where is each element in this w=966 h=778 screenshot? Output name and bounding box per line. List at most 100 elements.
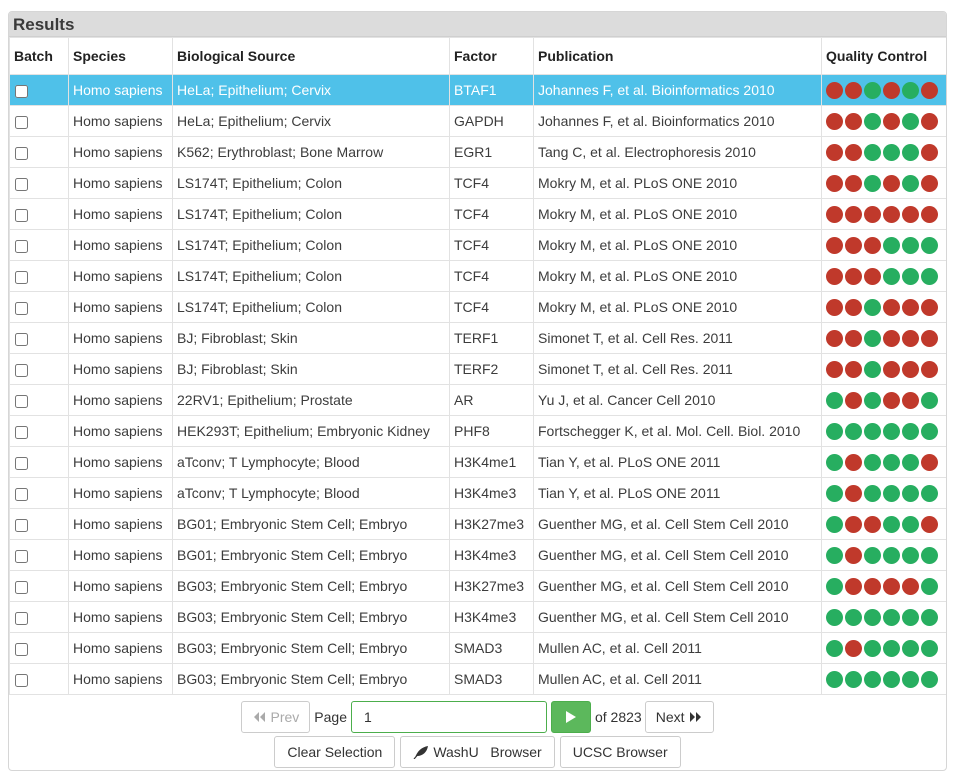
batch-checkbox[interactable] [15,673,28,687]
table-row[interactable]: Homo sapiens BG01; Embryonic Stem Cell; E… [9,539,946,571]
qc-dot-red[interactable] [883,360,900,378]
qc-dot-green[interactable] [864,143,881,161]
qc-dot-green[interactable] [826,453,843,471]
qc-dot-green[interactable] [921,577,938,595]
qc-dot-green[interactable] [864,298,881,316]
qc-dot-green[interactable] [883,267,900,285]
qc-dot-green[interactable] [883,484,900,502]
qc-dot-red[interactable] [845,236,862,254]
qc-dot-red[interactable] [826,329,843,347]
batch-checkbox[interactable] [15,363,28,377]
publication-cell[interactable]: Mokry M, et al. PLoS ONE 2010 [533,260,822,292]
qc-dot-red[interactable] [883,205,900,223]
qc-dot-red[interactable] [921,329,938,347]
qc-dot-green[interactable] [902,236,919,254]
qc-dot-red[interactable] [902,329,919,347]
qc-dot-red[interactable] [921,453,938,471]
qc-dot-red[interactable] [826,174,843,192]
qc-dot-green[interactable] [826,670,843,688]
batch-checkbox[interactable] [15,146,28,160]
quality-control-dots[interactable] [826,143,944,161]
next-button[interactable]: Next [644,701,714,733]
qc-dot-green[interactable] [845,422,862,440]
batch-checkbox[interactable] [15,270,28,284]
batch-checkbox[interactable] [15,642,28,656]
qc-dot-green[interactable] [883,546,900,564]
qc-dot-red[interactable] [845,298,862,316]
batch-checkbox[interactable] [15,84,28,98]
quality-control-dots[interactable] [826,236,944,254]
qc-dot-red[interactable] [883,329,900,347]
table-row[interactable]: Homo sapiens HEK293T; Epithelium; Embryon… [9,415,946,447]
qc-dot-red[interactable] [845,484,862,502]
qc-dot-red[interactable] [845,391,862,409]
qc-dot-red[interactable] [883,174,900,192]
publication-cell[interactable]: Tian Y, et al. PLoS ONE 2011 [533,477,822,509]
qc-dot-green[interactable] [826,391,843,409]
qc-dot-green[interactable] [921,608,938,626]
qc-dot-red[interactable] [883,391,900,409]
qc-dot-green[interactable] [883,453,900,471]
qc-dot-red[interactable] [826,236,843,254]
publication-cell[interactable]: Tang C, et al. Electrophoresis 2010 [533,136,822,168]
table-row[interactable]: Homo sapiens LS174T; Epithelium; Colon TCF… [9,198,946,230]
quality-control-dots[interactable] [826,112,944,130]
batch-checkbox[interactable] [15,208,28,222]
qc-dot-green[interactable] [883,236,900,254]
qc-dot-red[interactable] [902,298,919,316]
qc-dot-green[interactable] [883,670,900,688]
column-header-biological-source[interactable]: Biological Source [172,37,450,75]
publication-cell[interactable]: Johannes F, et al. Bioinformatics 2010 [533,74,822,106]
batch-checkbox[interactable] [15,177,28,191]
table-row[interactable]: Homo sapiens BG03; Embryonic Stem Cell; E… [9,570,946,602]
qc-dot-green[interactable] [864,81,881,99]
qc-dot-red[interactable] [826,360,843,378]
qc-dot-green[interactable] [883,515,900,533]
quality-control-dots[interactable] [826,608,944,626]
qc-dot-green[interactable] [864,360,881,378]
quality-control-dots[interactable] [826,205,944,223]
batch-checkbox[interactable] [15,425,28,439]
batch-checkbox[interactable] [15,332,28,346]
qc-dot-green[interactable] [826,484,843,502]
quality-control-dots[interactable] [826,267,944,285]
qc-dot-green[interactable] [826,546,843,564]
publication-cell[interactable]: Simonet T, et al. Cell Res. 2011 [533,353,822,385]
table-row[interactable]: Homo sapiens aTconv; T Lymphocyte; Blood H… [9,477,946,509]
publication-cell[interactable]: Guenther MG, et al. Cell Stem Cell 2010 [533,508,822,540]
qc-dot-green[interactable] [902,422,919,440]
qc-dot-red[interactable] [845,112,862,130]
qc-dot-red[interactable] [921,81,938,99]
qc-dot-green[interactable] [921,639,938,657]
column-header-quality-control[interactable]: Quality Control [821,37,946,75]
qc-dot-green[interactable] [845,608,862,626]
quality-control-dots[interactable] [826,670,944,688]
publication-cell[interactable]: Mokry M, et al. PLoS ONE 2010 [533,291,822,323]
qc-dot-red[interactable] [826,112,843,130]
publication-cell[interactable]: Guenther MG, et al. Cell Stem Cell 2010 [533,601,822,633]
qc-dot-green[interactable] [883,608,900,626]
qc-dot-red[interactable] [921,360,938,378]
qc-dot-red[interactable] [921,298,938,316]
qc-dot-green[interactable] [921,391,938,409]
qc-dot-red[interactable] [845,329,862,347]
qc-dot-green[interactable] [921,484,938,502]
qc-dot-red[interactable] [864,267,881,285]
quality-control-dots[interactable] [826,577,944,595]
batch-checkbox[interactable] [15,611,28,625]
qc-dot-red[interactable] [864,205,881,223]
page-number-input[interactable] [350,701,547,733]
quality-control-dots[interactable] [826,546,944,564]
qc-dot-green[interactable] [902,484,919,502]
qc-dot-green[interactable] [883,143,900,161]
qc-dot-green[interactable] [902,174,919,192]
qc-dot-green[interactable] [864,329,881,347]
qc-dot-green[interactable] [921,546,938,564]
qc-dot-red[interactable] [902,577,919,595]
qc-dot-red[interactable] [921,112,938,130]
qc-dot-red[interactable] [864,236,881,254]
quality-control-dots[interactable] [826,453,944,471]
qc-dot-green[interactable] [902,81,919,99]
qc-dot-green[interactable] [864,608,881,626]
qc-dot-green[interactable] [902,546,919,564]
